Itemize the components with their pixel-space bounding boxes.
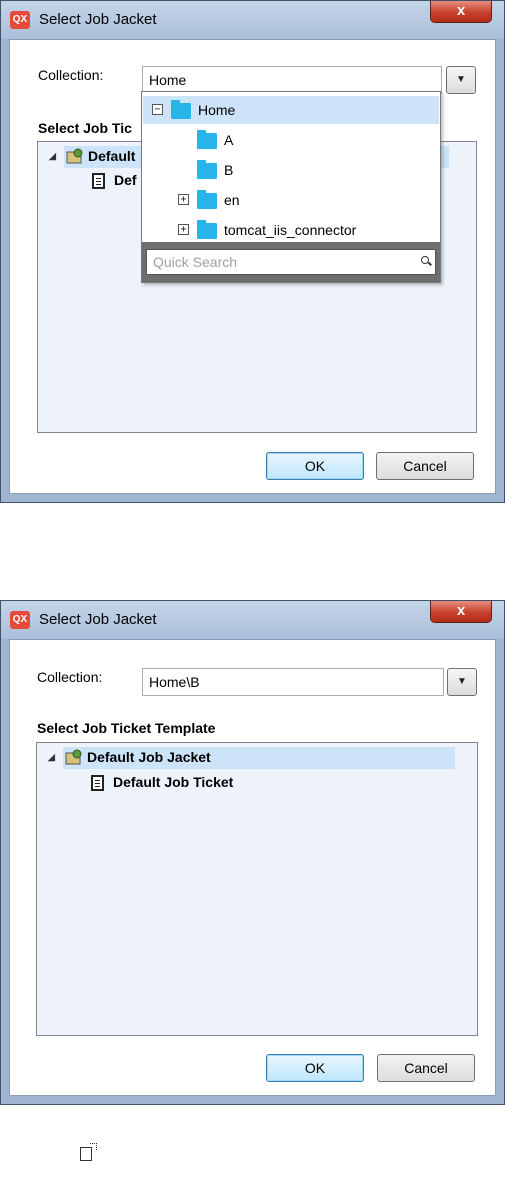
folder-icon [171, 100, 191, 119]
dropdown-item-label: A [224, 132, 234, 148]
tree-item-label: Default [88, 148, 136, 164]
collapse-minus-icon[interactable]: − [152, 104, 163, 115]
collection-dropdown-button[interactable]: ▼ [446, 66, 476, 94]
app-icon: QX [10, 11, 30, 29]
dropdown-item-a[interactable]: A [143, 126, 439, 154]
job-ticket-icon [92, 173, 105, 189]
folder-icon [197, 220, 217, 239]
dialog-title: Select Job Jacket [39, 11, 157, 28]
dropdown-item-b[interactable]: B [143, 156, 439, 184]
collection-value: Home [149, 72, 187, 88]
expand-plus-icon[interactable]: + [178, 224, 189, 235]
job-jacket-icon [66, 148, 83, 164]
tree-item-label: Default Job Ticket [113, 774, 234, 790]
collection-value: Home\B [149, 674, 200, 690]
expand-plus-icon[interactable]: + [178, 194, 189, 205]
folder-icon [197, 130, 217, 149]
dropdown-item-label: tomcat_iis_connector [224, 222, 357, 238]
dropdown-item-en[interactable]: + en [143, 186, 439, 214]
collapse-triangle-icon[interactable]: ◢ [49, 151, 56, 162]
close-button[interactable]: x [430, 601, 492, 623]
job-jacket-tree[interactable]: ◢ Default Job Jacket Default Job Ticket [36, 742, 478, 1036]
quick-search-input[interactable]: Quick Search [146, 249, 436, 275]
dropdown-item-label: B [224, 162, 234, 178]
collection-label: Collection: [37, 669, 103, 685]
section-label: Select Job Ticket Template [37, 720, 216, 736]
collection-dropdown-button[interactable]: ▼ [447, 668, 477, 696]
job-ticket-icon [91, 775, 104, 791]
dialog-title: Select Job Jacket [39, 611, 157, 628]
dropdown-item-label: Home [198, 102, 236, 118]
select-job-jacket-dialog-2: QX Select Job Jacket x Collection: Home\… [0, 600, 505, 1105]
app-icon: QX [10, 611, 30, 629]
ok-button[interactable]: OK [266, 1054, 364, 1082]
cancel-button[interactable]: Cancel [377, 1054, 475, 1082]
dropdown-item-home[interactable]: − Home [143, 96, 439, 124]
job-jacket-icon [65, 749, 82, 765]
new-item-icon [80, 1143, 97, 1161]
tree-item-label: Default Job Jacket [87, 749, 211, 765]
dropdown-item-label: en [224, 192, 240, 208]
dropdown-item-tomcat-iis-connector[interactable]: + tomcat_iis_connector [143, 216, 439, 244]
title-bar[interactable]: QX Select Job Jacket x [1, 601, 504, 639]
close-button[interactable]: x [430, 1, 492, 23]
tree-item-label: Def [114, 172, 137, 188]
folder-icon [197, 190, 217, 209]
ok-button[interactable]: OK [266, 452, 364, 480]
quick-search-placeholder: Quick Search [153, 254, 238, 270]
folder-icon [197, 160, 217, 179]
search-icon [421, 256, 429, 264]
collection-combo[interactable]: Home [142, 66, 442, 94]
collection-dropdown-popup: − Home A B + en + tomcat_iis_connector Q… [141, 91, 441, 283]
tree-item-default-job-jacket[interactable]: ◢ Default Job Jacket [48, 747, 455, 769]
section-label: Select Job Tic [38, 120, 132, 136]
collection-label: Collection: [38, 67, 104, 83]
title-bar[interactable]: QX Select Job Jacket x [1, 1, 504, 39]
select-job-jacket-dialog-1: QX Select Job Jacket x Collection: Home … [0, 0, 505, 503]
quick-search-bar: Quick Search [142, 242, 440, 282]
collection-combo[interactable]: Home\B [142, 668, 444, 696]
cancel-button[interactable]: Cancel [376, 452, 474, 480]
collapse-triangle-icon[interactable]: ◢ [48, 752, 55, 763]
dialog-body: Collection: Home\B ▼ Select Job Ticket T… [9, 639, 496, 1096]
